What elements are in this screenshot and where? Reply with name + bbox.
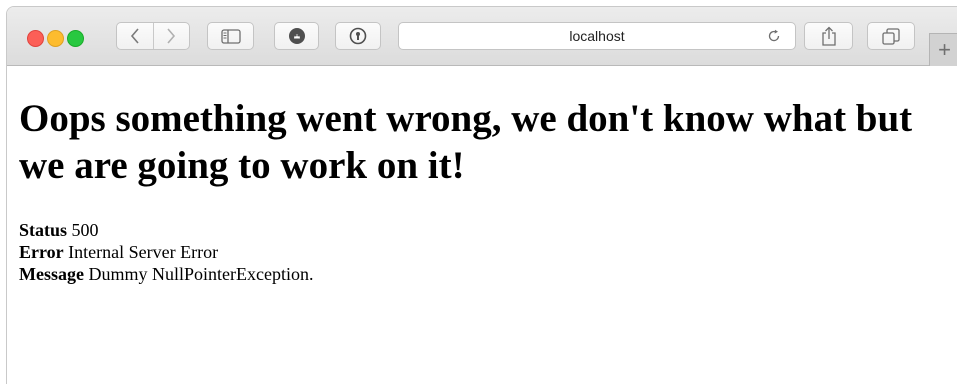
error-heading: Oops something went wrong, we don't know… xyxy=(19,97,913,187)
message-row: Message Dummy NullPointerException. xyxy=(19,263,949,285)
error-row: Error Internal Server Error xyxy=(19,241,949,263)
keyhole-icon xyxy=(349,27,367,45)
tabs-overview-icon xyxy=(882,27,900,45)
status-label: Status xyxy=(19,220,68,240)
back-button[interactable] xyxy=(117,23,153,49)
message-label: Message xyxy=(19,264,84,284)
password-manager-button[interactable] xyxy=(335,22,381,50)
status-value: 500 xyxy=(71,220,99,240)
chevron-left-icon xyxy=(130,28,139,44)
error-details: Status 500 Error Internal Server Error M… xyxy=(19,219,949,285)
message-value: Dummy NullPointerException. xyxy=(88,264,314,284)
error-label: Error xyxy=(19,242,64,262)
url-text: localhost xyxy=(569,28,625,44)
new-tab-button[interactable]: + xyxy=(929,33,957,66)
sidebar-icon xyxy=(220,28,241,44)
chevron-right-icon xyxy=(167,28,176,44)
close-window-button[interactable] xyxy=(27,30,44,47)
extension-button[interactable] xyxy=(274,22,319,50)
zoom-window-button[interactable] xyxy=(67,30,84,47)
forward-button[interactable] xyxy=(153,23,189,49)
sidebar-toggle-button[interactable] xyxy=(207,22,254,50)
minimize-window-button[interactable] xyxy=(47,30,64,47)
share-button[interactable] xyxy=(804,22,853,50)
plus-icon: + xyxy=(938,37,951,62)
address-bar[interactable]: localhost xyxy=(398,22,796,50)
share-icon xyxy=(821,26,836,46)
reload-icon[interactable] xyxy=(767,29,781,43)
page-content: Oops something went wrong, we don't know… xyxy=(19,95,949,285)
browser-toolbar: localhost + xyxy=(7,7,957,66)
browser-window: localhost + Oops something went wrong, w xyxy=(6,6,957,384)
nav-button-group xyxy=(116,22,190,50)
show-tabs-button[interactable] xyxy=(867,22,915,50)
error-value: Internal Server Error xyxy=(68,242,219,262)
status-row: Status 500 xyxy=(19,219,949,241)
ghostery-icon xyxy=(288,28,305,44)
